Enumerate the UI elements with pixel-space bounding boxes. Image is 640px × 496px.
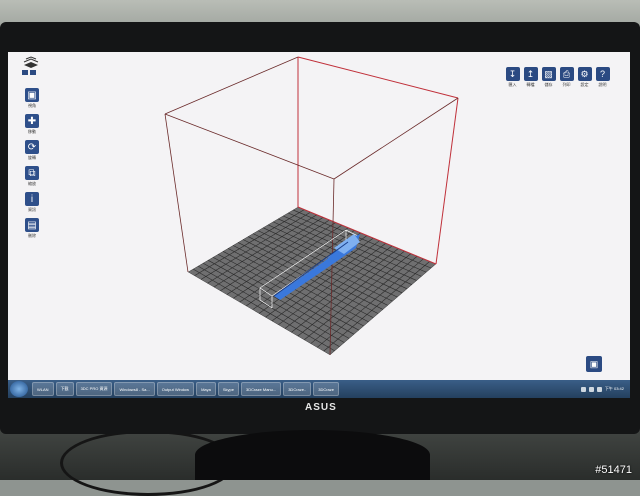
- monitor-stand: [195, 430, 430, 480]
- task-8[interactable]: 3DCraze Manu...: [240, 382, 282, 396]
- start-button[interactable]: [10, 381, 28, 397]
- tray-flag-icon[interactable]: [596, 386, 602, 392]
- view-reset-icon[interactable]: ▣: [586, 356, 602, 372]
- monitor-brand-logo: ASUS: [305, 402, 337, 413]
- tray-clock[interactable]: 下午 03:42: [605, 386, 624, 392]
- print-bed: [188, 207, 436, 355]
- task-10[interactable]: 3DCraze: [313, 382, 340, 396]
- app-screen: ▣ 視角 ✚ 移動 ⟳ 旋轉 ⧉ 縮放 i 資訊 ▤ 刪除 ↧ 匯入 ↥ 轉檔 …: [8, 52, 630, 398]
- task-1[interactable]: WLAN: [32, 382, 54, 396]
- photo-watermark: #51471: [595, 464, 632, 476]
- system-tray: 下午 03:42: [580, 386, 630, 392]
- windows-taskbar: WLAN 下載 3DC PRO 資源 Windows8 - Sa... Outp…: [8, 380, 630, 398]
- build-volume-viewport[interactable]: [8, 52, 630, 398]
- task-3[interactable]: 3DC PRO 資源: [75, 382, 113, 396]
- task-5[interactable]: Output Window: [156, 382, 195, 396]
- task-7[interactable]: Skype: [217, 382, 239, 396]
- task-2[interactable]: 下載: [55, 382, 74, 396]
- tray-network-icon[interactable]: [580, 386, 586, 392]
- tray-volume-icon[interactable]: [588, 386, 594, 392]
- task-9[interactable]: 3DCraze..: [283, 382, 312, 396]
- task-6[interactable]: Maya: [196, 382, 216, 396]
- task-4[interactable]: Windows8 - Sa...: [114, 382, 155, 396]
